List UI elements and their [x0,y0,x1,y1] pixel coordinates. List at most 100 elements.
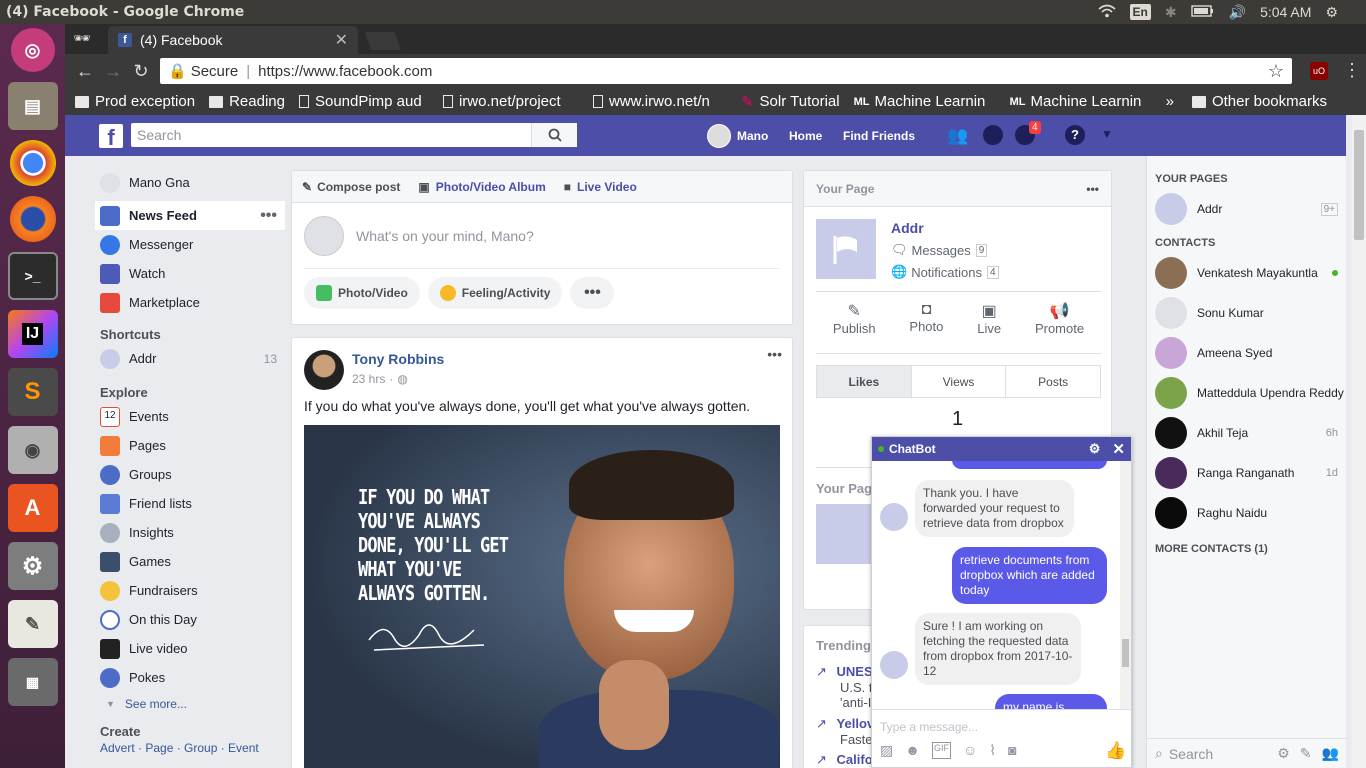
address-bar[interactable]: 🔒 Secure | https://www.facebook.com ☆ [160,58,1292,84]
bookmark-item[interactable]: ML Machine Learnin [854,93,996,110]
more-options-icon[interactable]: ••• [1086,182,1099,196]
bookmark-item[interactable]: Reading [209,93,285,110]
settings-gear-icon[interactable]: ⚙ [1325,4,1338,21]
account-menu-chevron-icon[interactable]: ▼ [1101,127,1113,141]
contact-item[interactable]: Ranga Ranganath 1d [1147,453,1346,493]
facebook-logo-icon[interactable]: f [99,124,123,150]
volume-icon[interactable]: 🔊 [1229,4,1246,21]
thumbs-up-icon[interactable]: 👍 [1105,741,1126,761]
more-options-button[interactable]: ••• [570,277,615,309]
sidebar-item-on-this-day[interactable]: On this Day [95,605,285,634]
chat-scrollbar[interactable] [1120,461,1131,709]
sidebar-item-marketplace[interactable]: Marketplace [95,288,285,317]
sidebar-item-watch[interactable]: Watch [95,259,285,288]
page-name[interactable]: Addr [891,220,924,236]
gear-icon[interactable]: ⚙ [1277,745,1290,762]
sidebar-item-news-feed[interactable]: News Feed ••• [95,201,285,230]
keyboard-layout-indicator[interactable]: En [1129,4,1151,20]
gif-icon[interactable]: GIF [931,742,951,759]
bookmark-star-icon[interactable]: ☆ [1268,61,1284,82]
wifi-icon[interactable] [1098,4,1116,21]
page-avatar[interactable] [816,219,876,279]
file-manager-icon[interactable]: ▤ [7,82,58,130]
compose-icon[interactable]: ✎ [1300,745,1312,762]
camera-icon[interactable]: ◙ [1008,742,1016,759]
system-settings-icon[interactable]: ⚙ [7,542,58,590]
create-links[interactable]: Advert · Page · Group · Event [95,741,285,755]
search-button[interactable] [531,123,577,147]
bookmark-item[interactable]: ML Machine Learnin [1010,93,1152,110]
terminal-icon[interactable]: >_ [7,252,58,300]
publish-button[interactable]: ✎ Publish [833,301,876,336]
battery-icon[interactable] [1190,4,1215,20]
composer-placeholder[interactable]: What's on your mind, Mano? [356,228,534,244]
emoji-icon[interactable]: ☺ [963,742,977,759]
back-arrow-icon[interactable]: ← [71,61,99,82]
shortcut-item-addr[interactable]: Addr 13 [95,344,285,373]
close-tab-icon[interactable]: ✕ [335,30,348,50]
bookmark-item[interactable]: www.irwo.net/n [592,93,727,110]
tab-posts[interactable]: Posts [1005,366,1100,397]
page-item-addr[interactable]: Addr 9+ [1147,189,1346,229]
contact-item[interactable]: Ameena Syed [1147,333,1346,373]
close-icon[interactable]: ✕ [1112,440,1125,458]
sidebar-item-pages[interactable]: Pages [95,431,285,460]
feeling-activity-button[interactable]: Feeling/Activity [427,277,563,309]
ubuntu-dash-icon[interactable]: ◎ [10,28,55,72]
find-friends-link[interactable]: Find Friends [843,115,915,156]
intellij-icon[interactable]: IJ [7,310,58,358]
tab-photo-video-album[interactable]: ▣ Photo/Video Album [418,180,545,194]
tab-views[interactable]: Views [910,366,1006,397]
trending-item[interactable]: ↗ Yellov Faste [816,716,874,747]
sidebar-item-pokes[interactable]: Pokes [95,663,285,692]
page-avatar[interactable] [816,504,876,564]
gear-icon[interactable]: ⚙ [1089,441,1101,457]
chrome-icon[interactable] [9,140,56,186]
post-options-icon[interactable]: ••• [767,346,782,362]
post-author[interactable]: Tony Robbins [352,351,444,367]
home-link[interactable]: Home [789,115,822,156]
bookmark-item[interactable]: SoundPimp aud [298,93,429,110]
trending-item[interactable]: ↗ Califo [816,752,873,768]
disk-utility-icon[interactable]: ◉ [7,426,58,474]
software-center-icon[interactable]: A [7,484,58,532]
tab-live-video[interactable]: ■ Live Video [564,180,637,194]
other-bookmarks[interactable]: Other bookmarks [1191,93,1327,110]
menu-kebab-icon[interactable]: ⋮ [1343,60,1361,81]
search-input[interactable]: Search [131,123,577,147]
bookmark-item[interactable]: irwo.net/project [442,93,579,110]
photo-video-button[interactable]: Photo/Video [304,277,420,309]
scrollbar-thumb[interactable] [1354,130,1364,240]
sidebar-item-friend-lists[interactable]: Friend lists [95,489,285,518]
trending-item[interactable]: ↗ UNES U.S. t 'anti-I [816,664,873,710]
sticker-icon[interactable]: ☻ [905,742,920,759]
author-avatar[interactable] [304,350,344,390]
attachment-icon[interactable]: ⌇ [989,742,996,759]
firefox-icon[interactable] [9,196,56,242]
bluetooth-icon[interactable]: ✱ [1165,4,1177,21]
bookmarks-overflow-button[interactable]: » [1166,93,1174,110]
promote-button[interactable]: 📢 Promote [1035,301,1084,336]
messages-row[interactable]: 🗨 Messages 9 [891,242,988,258]
sidebar-item-live-video[interactable]: Live video [95,634,285,663]
bookmark-item[interactable]: ✎ Solr Tutorial [741,93,840,111]
page-scrollbar[interactable] [1352,115,1366,768]
composer-input-row[interactable]: What's on your mind, Mano? [304,203,780,269]
forward-arrow-icon[interactable]: → [99,61,127,82]
contact-item[interactable]: Sonu Kumar [1147,293,1346,333]
tab-likes[interactable]: Likes [817,366,911,397]
url-text[interactable]: https://www.facebook.com [258,63,432,80]
notifications-row[interactable]: 🌐 Notifications 4 [891,264,999,280]
sidebar-item-insights[interactable]: Insights [95,518,285,547]
chatbot-header[interactable]: ChatBot ⚙ ✕ [872,437,1131,461]
sublime-text-icon[interactable]: S [7,368,58,416]
live-button[interactable]: ▣ Live [977,301,1001,336]
more-contacts-link[interactable]: MORE CONTACTS (1) [1147,543,1346,555]
contact-item[interactable]: Raghu Naidu [1147,493,1346,533]
ublock-extension-icon[interactable]: uO [1310,62,1328,80]
sidebar-item-groups[interactable]: Groups [95,460,285,489]
sidebar-item-events[interactable]: 12 Events [95,402,285,431]
chat-search-input[interactable]: Search [1169,746,1213,762]
help-icon[interactable]: ? [1065,125,1085,145]
more-options-icon[interactable]: ••• [260,207,277,225]
